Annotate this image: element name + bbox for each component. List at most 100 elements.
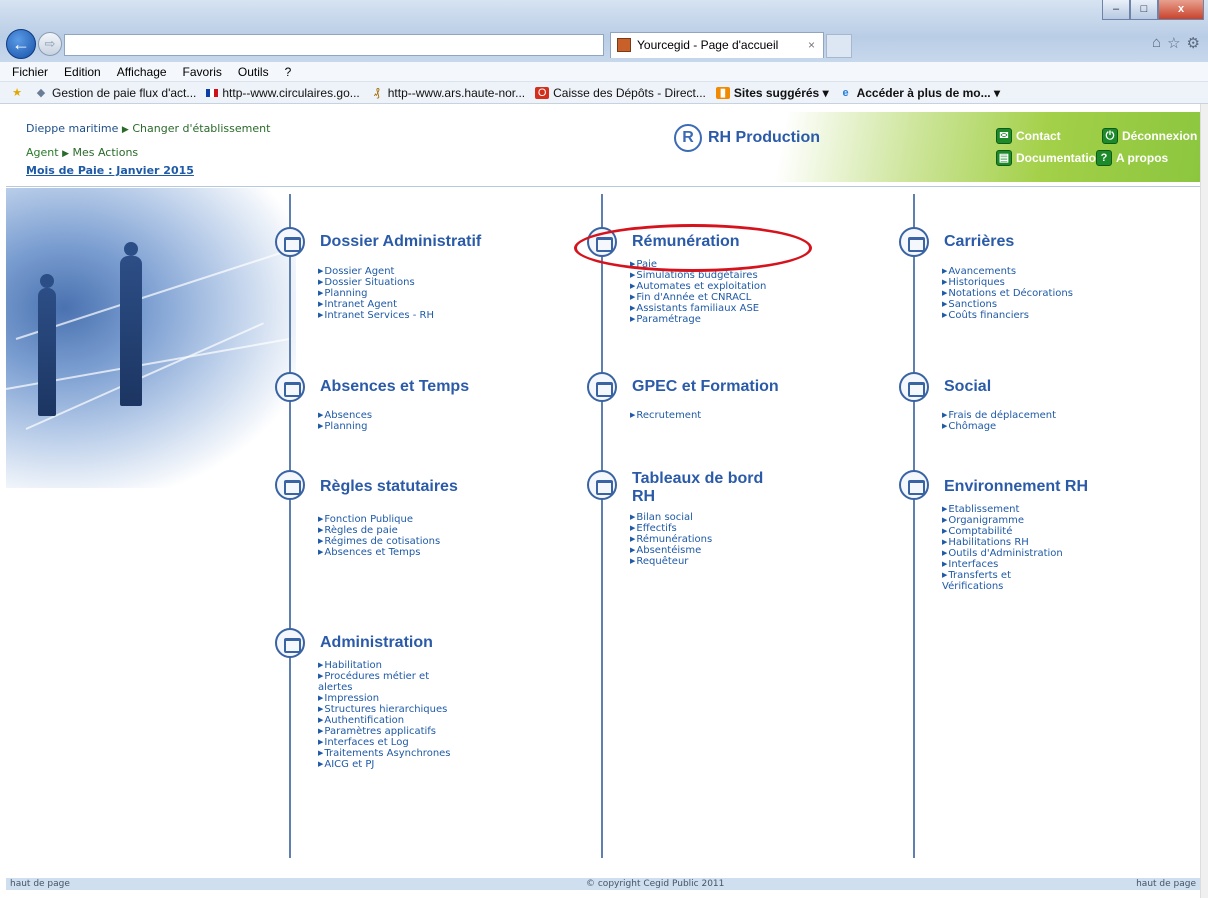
arrow-icon: ▶	[62, 149, 69, 159]
link-authentification[interactable]: Authentification	[318, 715, 458, 726]
link-parametrage[interactable]: Paramétrage	[630, 314, 780, 325]
new-tab-button[interactable]	[826, 34, 852, 58]
menu-help[interactable]: ?	[285, 62, 292, 81]
link-absences[interactable]: Absences	[318, 410, 468, 421]
link-interfaces[interactable]: Interfaces	[942, 559, 1102, 570]
star-icon[interactable]: ☆	[1167, 34, 1180, 52]
link-outils-administration[interactable]: Outils d'Administration	[942, 548, 1102, 559]
link-historiques[interactable]: Historiques	[942, 277, 1102, 288]
link-fonction-publique[interactable]: Fonction Publique	[318, 514, 468, 525]
section-title-tableaux[interactable]: Tableaux de bord RH	[632, 470, 782, 506]
documentation-link[interactable]: ▤ Documentation	[996, 150, 1103, 166]
menu-outils[interactable]: Outils	[238, 62, 269, 81]
link-procedures-metier[interactable]: Procédures métier et alertes	[318, 671, 458, 693]
link-assistants-familiaux[interactable]: Assistants familiaux ASE	[630, 303, 780, 314]
link-regles-paie[interactable]: Règles de paie	[318, 525, 468, 536]
link-structures-hierarchiques[interactable]: Structures hierarchiques	[318, 704, 458, 715]
link-interfaces-log[interactable]: Interfaces et Log	[318, 737, 458, 748]
forward-button[interactable]: ⇨	[38, 32, 62, 56]
logout-link[interactable]: ⏻ Déconnexion	[1102, 128, 1197, 144]
section-links-tableaux: Bilan social Effectifs Rémunérations Abs…	[630, 512, 780, 567]
favorite-gestion-paie[interactable]: ◆ Gestion de paie flux d'act...	[34, 82, 197, 103]
favorite-ars[interactable]: ₰ http--www.ars.haute-nor...	[370, 82, 525, 103]
section-title-gpec[interactable]: GPEC et Formation	[632, 378, 779, 396]
favorites-star-icon[interactable]: ★	[10, 82, 24, 103]
agent-line: Agent ▶ Mes Actions	[26, 146, 138, 159]
menu-affichage[interactable]: Affichage	[117, 62, 167, 81]
ars-icon: ₰	[373, 86, 380, 99]
link-notations-decorations[interactable]: Notations et Décorations	[942, 288, 1102, 299]
close-window-button[interactable]: x	[1158, 0, 1204, 20]
link-frais-deplacement[interactable]: Frais de déplacement	[942, 410, 1102, 421]
link-remunerations[interactable]: Rémunérations	[630, 534, 780, 545]
home-icon[interactable]: ⌂	[1152, 34, 1161, 52]
link-absences-temps[interactable]: Absences et Temps	[318, 547, 468, 558]
window-controls: – □ x	[1102, 0, 1204, 20]
link-chomage[interactable]: Chômage	[942, 421, 1102, 432]
favorite-circulaires[interactable]: http--www.circulaires.go...	[206, 82, 360, 103]
red-highlight-oval	[574, 224, 812, 272]
folder-icon	[275, 372, 305, 402]
user-circle-icon: R	[674, 124, 702, 152]
section-title-administration[interactable]: Administration	[320, 634, 433, 652]
link-sanctions[interactable]: Sanctions	[942, 299, 1102, 310]
favorite-acceder-plus[interactable]: e Accéder à plus de mo... ▾	[839, 82, 1000, 103]
app-name: R RH Production	[674, 124, 820, 152]
link-absenteisme[interactable]: Absentéisme	[630, 545, 780, 556]
menu-edition[interactable]: Edition	[64, 62, 101, 81]
link-bilan-social[interactable]: Bilan social	[630, 512, 780, 523]
link-impression[interactable]: Impression	[318, 693, 458, 704]
link-requeteur[interactable]: Requêteur	[630, 556, 780, 567]
section-title-environnement[interactable]: Environnement RH	[944, 478, 1088, 496]
change-establishment-link[interactable]: Changer d'établissement	[132, 122, 270, 135]
link-effectifs[interactable]: Effectifs	[630, 523, 780, 534]
link-intranet-agent[interactable]: Intranet Agent	[318, 299, 468, 310]
back-to-top-link-right[interactable]: haut de page	[1136, 878, 1196, 890]
link-etablissement[interactable]: Etablissement	[942, 504, 1102, 515]
link-comptabilite[interactable]: Comptabilité	[942, 526, 1102, 537]
maximize-button[interactable]: □	[1130, 0, 1158, 20]
link-habilitation[interactable]: Habilitation	[318, 660, 458, 671]
link-planning[interactable]: Planning	[318, 421, 468, 432]
tab-close-icon[interactable]: ×	[808, 33, 815, 57]
link-parametres-applicatifs[interactable]: Paramètres applicatifs	[318, 726, 458, 737]
link-aicg-pj[interactable]: AICG et PJ	[318, 759, 458, 770]
link-recrutement[interactable]: Recrutement	[630, 410, 780, 421]
link-dossier-situations[interactable]: Dossier Situations	[318, 277, 468, 288]
gear-icon[interactable]: ⚙	[1187, 34, 1200, 52]
link-avancements[interactable]: Avancements	[942, 266, 1102, 277]
about-link[interactable]: ? A propos	[1096, 150, 1168, 166]
link-organigramme[interactable]: Organigramme	[942, 515, 1102, 526]
section-links-gpec: Recrutement	[630, 410, 780, 421]
link-regimes-cotisations[interactable]: Régimes de cotisations	[318, 536, 468, 547]
link-dossier-agent[interactable]: Dossier Agent	[318, 266, 468, 277]
menu-favoris[interactable]: Favoris	[183, 62, 222, 81]
link-automates-exploitation[interactable]: Automates et exploitation	[630, 281, 780, 292]
minimize-button[interactable]: –	[1102, 0, 1130, 20]
favorite-sites-suggeres[interactable]: ▮ Sites suggérés ▾	[715, 82, 829, 103]
address-bar[interactable]	[64, 34, 604, 56]
link-transferts-verifications[interactable]: Transferts et Vérifications	[942, 570, 1042, 592]
section-title-carrieres[interactable]: Carrières	[944, 233, 1014, 251]
link-habilitations-rh[interactable]: Habilitations RH	[942, 537, 1102, 548]
link-fin-annee-cnracl[interactable]: Fin d'Année et CNRACL	[630, 292, 780, 303]
section-title-regles[interactable]: Règles statutaires	[320, 478, 458, 496]
tab-yourcegid[interactable]: Yourcegid - Page d'accueil ×	[610, 32, 824, 58]
section-title-dossier[interactable]: Dossier Administratif	[320, 233, 481, 251]
menu-fichier[interactable]: Fichier	[12, 62, 48, 81]
back-to-top-link-left[interactable]: haut de page	[10, 878, 70, 890]
vertical-scrollbar[interactable]	[1200, 104, 1208, 898]
favorite-caisse-depots[interactable]: O Caisse des Dépôts - Direct...	[535, 82, 706, 103]
back-button[interactable]: ←	[6, 29, 36, 59]
my-actions-link[interactable]: Mes Actions	[72, 146, 138, 159]
link-planning[interactable]: Planning	[318, 288, 468, 299]
section-title-social[interactable]: Social	[944, 378, 991, 396]
section-title-absences[interactable]: Absences et Temps	[320, 378, 469, 396]
link-intranet-services[interactable]: Intranet Services - RH	[318, 310, 468, 321]
contact-link[interactable]: ✉ Contact	[996, 128, 1061, 144]
establishment-line: Dieppe maritime ▶ Changer d'établissemen…	[26, 122, 270, 135]
link-couts-financiers[interactable]: Coûts financiers	[942, 310, 1102, 321]
home-content: Dossier Administratif Dossier Agent Doss…	[5, 188, 1200, 878]
pay-month-link[interactable]: Mois de Paie : Janvier 2015	[26, 164, 194, 177]
link-traitements-asynchrones[interactable]: Traitements Asynchrones	[318, 748, 458, 759]
